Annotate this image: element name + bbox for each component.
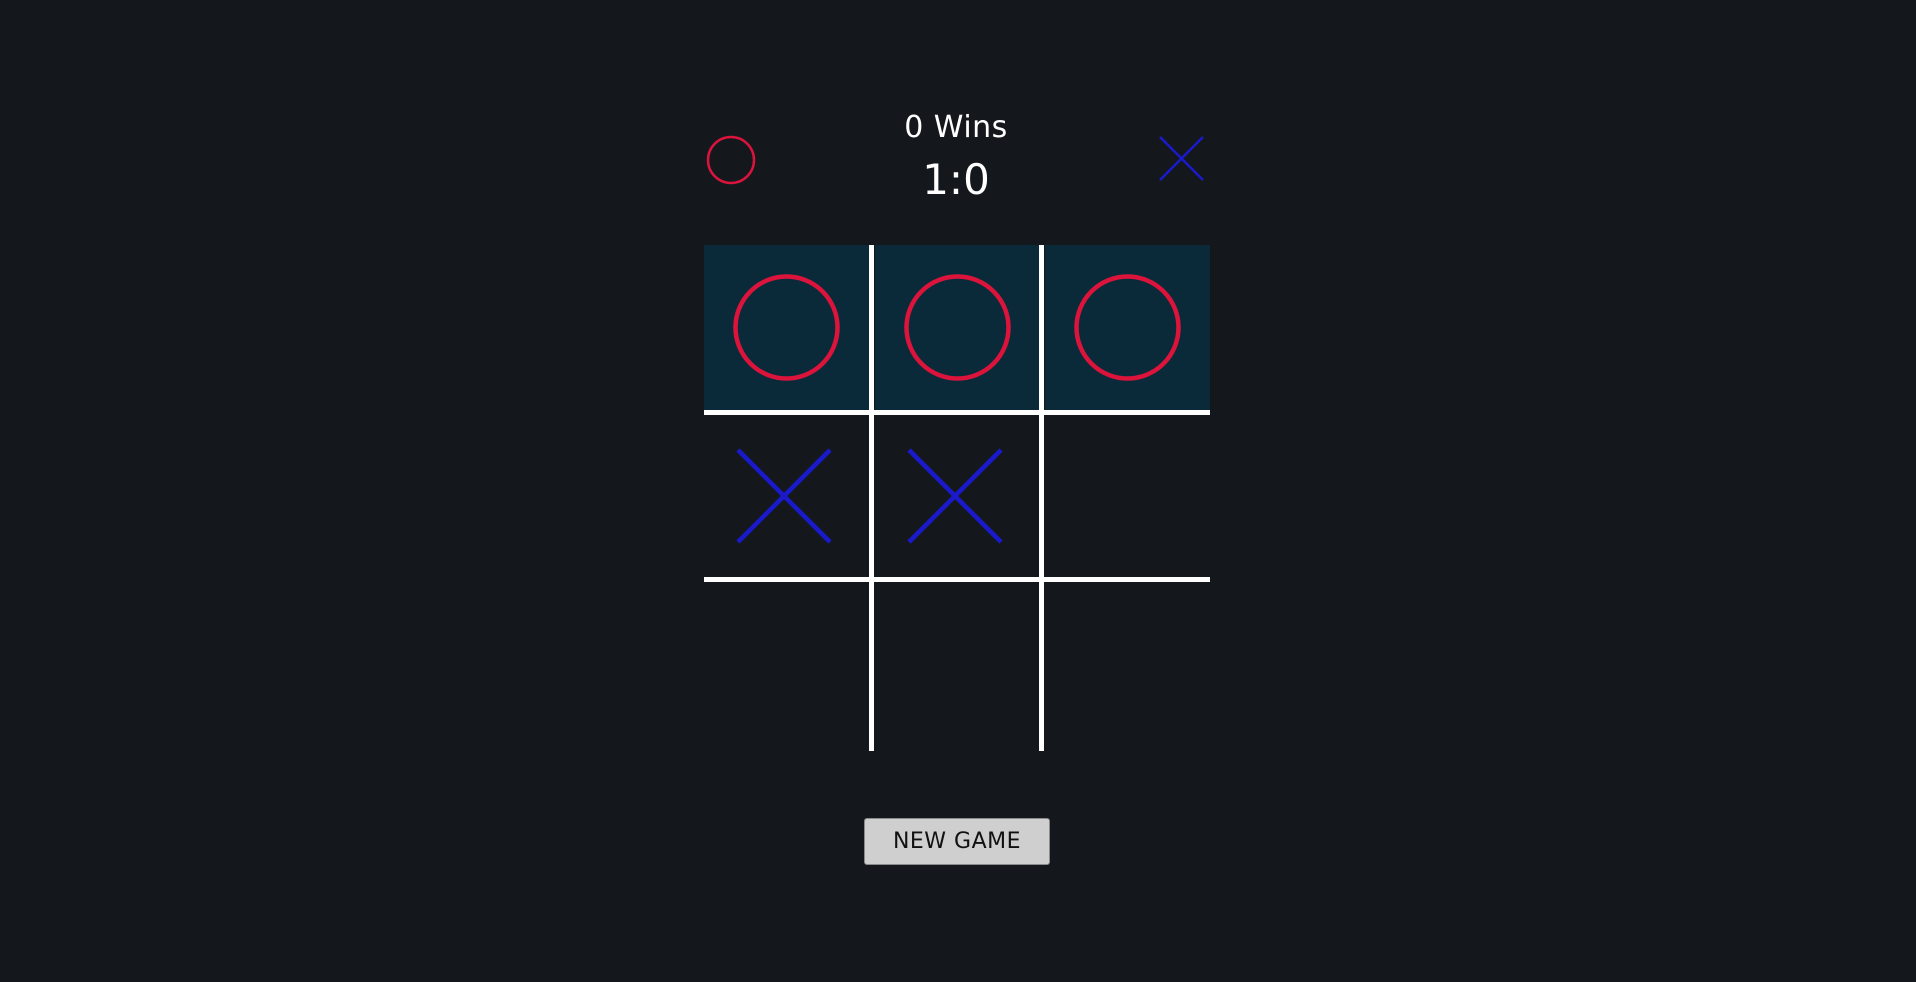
status-text: 0 Wins: [904, 110, 1008, 145]
new-game-button[interactable]: NEW GAME: [864, 818, 1050, 865]
x-mark-icon: [736, 447, 832, 544]
o-mark-icon: [733, 274, 840, 381]
player-x-icon: [1159, 136, 1204, 181]
board-cell-1-1[interactable]: [704, 245, 869, 410]
board-cell-2-2[interactable]: [875, 416, 1040, 581]
board-cell-3-2[interactable]: [875, 586, 1040, 751]
board-cell-1-2[interactable]: [874, 245, 1040, 410]
o-mark-icon: [1074, 274, 1181, 381]
board-cell-3-1[interactable]: [704, 586, 869, 751]
score-display: 1:0: [922, 155, 990, 204]
player-o-icon: [706, 135, 756, 185]
o-mark-icon: [903, 274, 1011, 381]
board-cell-3-3[interactable]: [1045, 586, 1210, 751]
grid-line-horizontal-1: [704, 410, 1210, 415]
board-cell-1-3[interactable]: [1045, 245, 1210, 410]
game-board: [704, 245, 1210, 751]
grid-line-vertical-1: [869, 245, 874, 751]
x-mark-icon: [906, 447, 1003, 544]
grid-line-vertical-2: [1039, 245, 1044, 751]
board-cell-2-3[interactable]: [1045, 416, 1210, 581]
grid-line-horizontal-2: [704, 577, 1210, 582]
game-screen: 0 Wins 1:0 NEW GAME: [0, 0, 1916, 982]
board-cell-2-1[interactable]: [704, 416, 869, 581]
